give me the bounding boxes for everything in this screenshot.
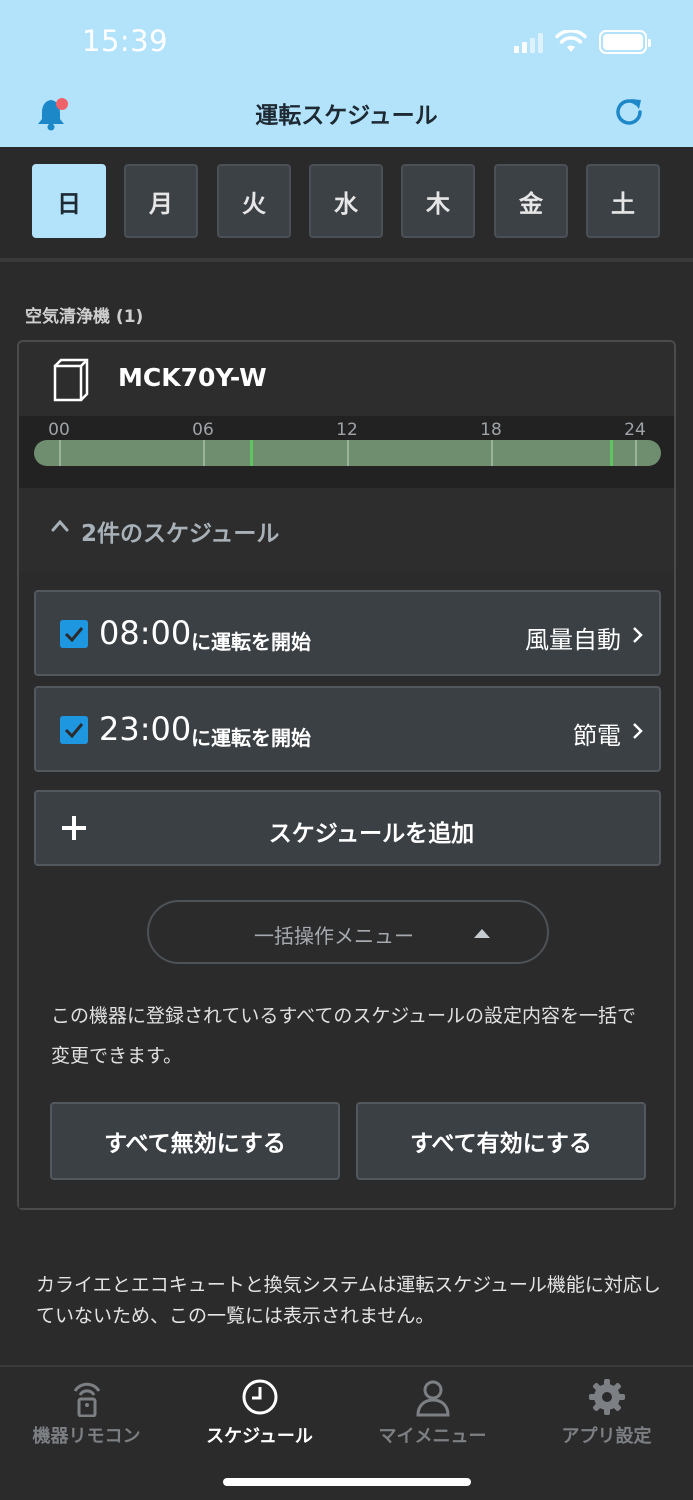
chevron-up-icon — [51, 519, 69, 532]
tab-thursday[interactable]: 木 — [401, 164, 475, 238]
nav-label: スケジュール — [206, 1426, 313, 1447]
tab-sunday[interactable]: 日 — [32, 164, 106, 238]
page-title: 運転スケジュール — [255, 103, 438, 129]
clock-icon — [242, 1379, 277, 1415]
schedule-action: に運転を開始 — [191, 630, 311, 654]
app-header: 15:39 運転スケジュール — [0, 0, 693, 147]
schedule-mode: 風量自動 — [525, 626, 621, 654]
enable-all-button[interactable]: すべて有効にする — [356, 1102, 646, 1180]
remote-icon — [73, 1382, 100, 1417]
signal-icon — [514, 31, 543, 53]
schedule-toggle[interactable]: 2件のスケジュール — [19, 488, 674, 572]
nav-label: 機器リモコン — [32, 1426, 141, 1447]
schedule-action: に運転を開始 — [191, 726, 311, 750]
tab-monday[interactable]: 月 — [124, 164, 198, 238]
timeline-tick — [635, 440, 637, 466]
schedule-time: 08:00 — [99, 614, 192, 652]
nav-label: アプリ設定 — [561, 1426, 652, 1447]
nav-my-menu[interactable]: マイメニュー — [346, 1367, 519, 1457]
schedule-timeline: 00 06 12 18 24 — [19, 416, 674, 488]
timeline-label: 12 — [336, 420, 358, 440]
nav-label: マイメニュー — [378, 1426, 487, 1447]
disable-all-button[interactable]: すべて無効にする — [50, 1102, 340, 1180]
add-schedule-label: スケジュールを追加 — [268, 821, 475, 847]
section-label: 空気清浄機 (1) — [25, 307, 144, 327]
timeline-tick — [59, 440, 61, 466]
bulk-menu-label: 一括操作メニュー — [254, 924, 414, 948]
day-tabs: 日 月 火 水 木 金 土 — [0, 147, 693, 262]
air-purifier-icon — [53, 358, 89, 402]
schedule-count-label: 2件のスケジュール — [81, 521, 280, 547]
battery-icon — [599, 30, 651, 54]
bulk-description: この機器に登録されているすべてのスケジュールの設定内容を一括で変更できます。 — [51, 1005, 637, 1067]
timeline-label: 06 — [192, 420, 214, 440]
schedule-item[interactable]: 08:00 に運転を開始 風量自動 — [34, 590, 661, 676]
refresh-icon[interactable] — [612, 95, 646, 129]
chevron-right-icon — [633, 627, 643, 643]
status-icons — [514, 27, 651, 57]
timeline-schedule-marker — [610, 440, 613, 466]
device-header: MCK70Y-W — [19, 342, 674, 416]
tab-wednesday[interactable]: 水 — [309, 164, 383, 238]
nav-app-settings[interactable]: アプリ設定 — [520, 1367, 693, 1457]
home-indicator — [223, 1478, 471, 1486]
timeline-schedule-marker — [250, 440, 253, 466]
tab-friday[interactable]: 金 — [494, 164, 568, 238]
timeline-label: 00 — [48, 420, 70, 440]
person-icon — [415, 1380, 450, 1417]
status-time: 15:39 — [82, 24, 169, 58]
timeline-tick — [491, 440, 493, 466]
checkbox[interactable] — [60, 716, 88, 744]
add-schedule-button[interactable]: スケジュールを追加 — [34, 790, 661, 866]
tab-saturday[interactable]: 土 — [586, 164, 660, 238]
nav-schedule[interactable]: スケジュール — [173, 1367, 346, 1457]
footnote: カライエとエコキュートと換気システムは運転スケジュール機能に対応していないため、… — [36, 1274, 661, 1327]
timeline-label: 24 — [624, 420, 646, 440]
chevron-right-icon — [633, 723, 643, 739]
gear-icon — [588, 1379, 625, 1415]
timeline-tick — [203, 440, 205, 466]
timeline-bar — [34, 440, 661, 466]
schedule-mode: 節電 — [573, 722, 621, 750]
tab-tuesday[interactable]: 火 — [217, 164, 291, 238]
device-card: MCK70Y-W 00 06 12 18 24 2件のスケジュール 08:00 … — [17, 340, 676, 1210]
schedule-time: 23:00 — [99, 710, 192, 748]
schedule-list: 08:00 に運転を開始 風量自動 23:00 に運転を開始 節電 スケジュール… — [19, 572, 674, 1208]
timeline-label: 18 — [480, 420, 502, 440]
nav-remote[interactable]: 機器リモコン — [0, 1367, 173, 1457]
wifi-icon — [555, 30, 587, 52]
device-name: MCK70Y-W — [118, 363, 267, 392]
schedule-item[interactable]: 23:00 に運転を開始 節電 — [34, 686, 661, 772]
checkbox[interactable] — [60, 620, 88, 648]
caret-up-icon — [474, 929, 490, 938]
timeline-tick — [347, 440, 349, 466]
bulk-operation-menu[interactable]: 一括操作メニュー — [147, 900, 549, 964]
